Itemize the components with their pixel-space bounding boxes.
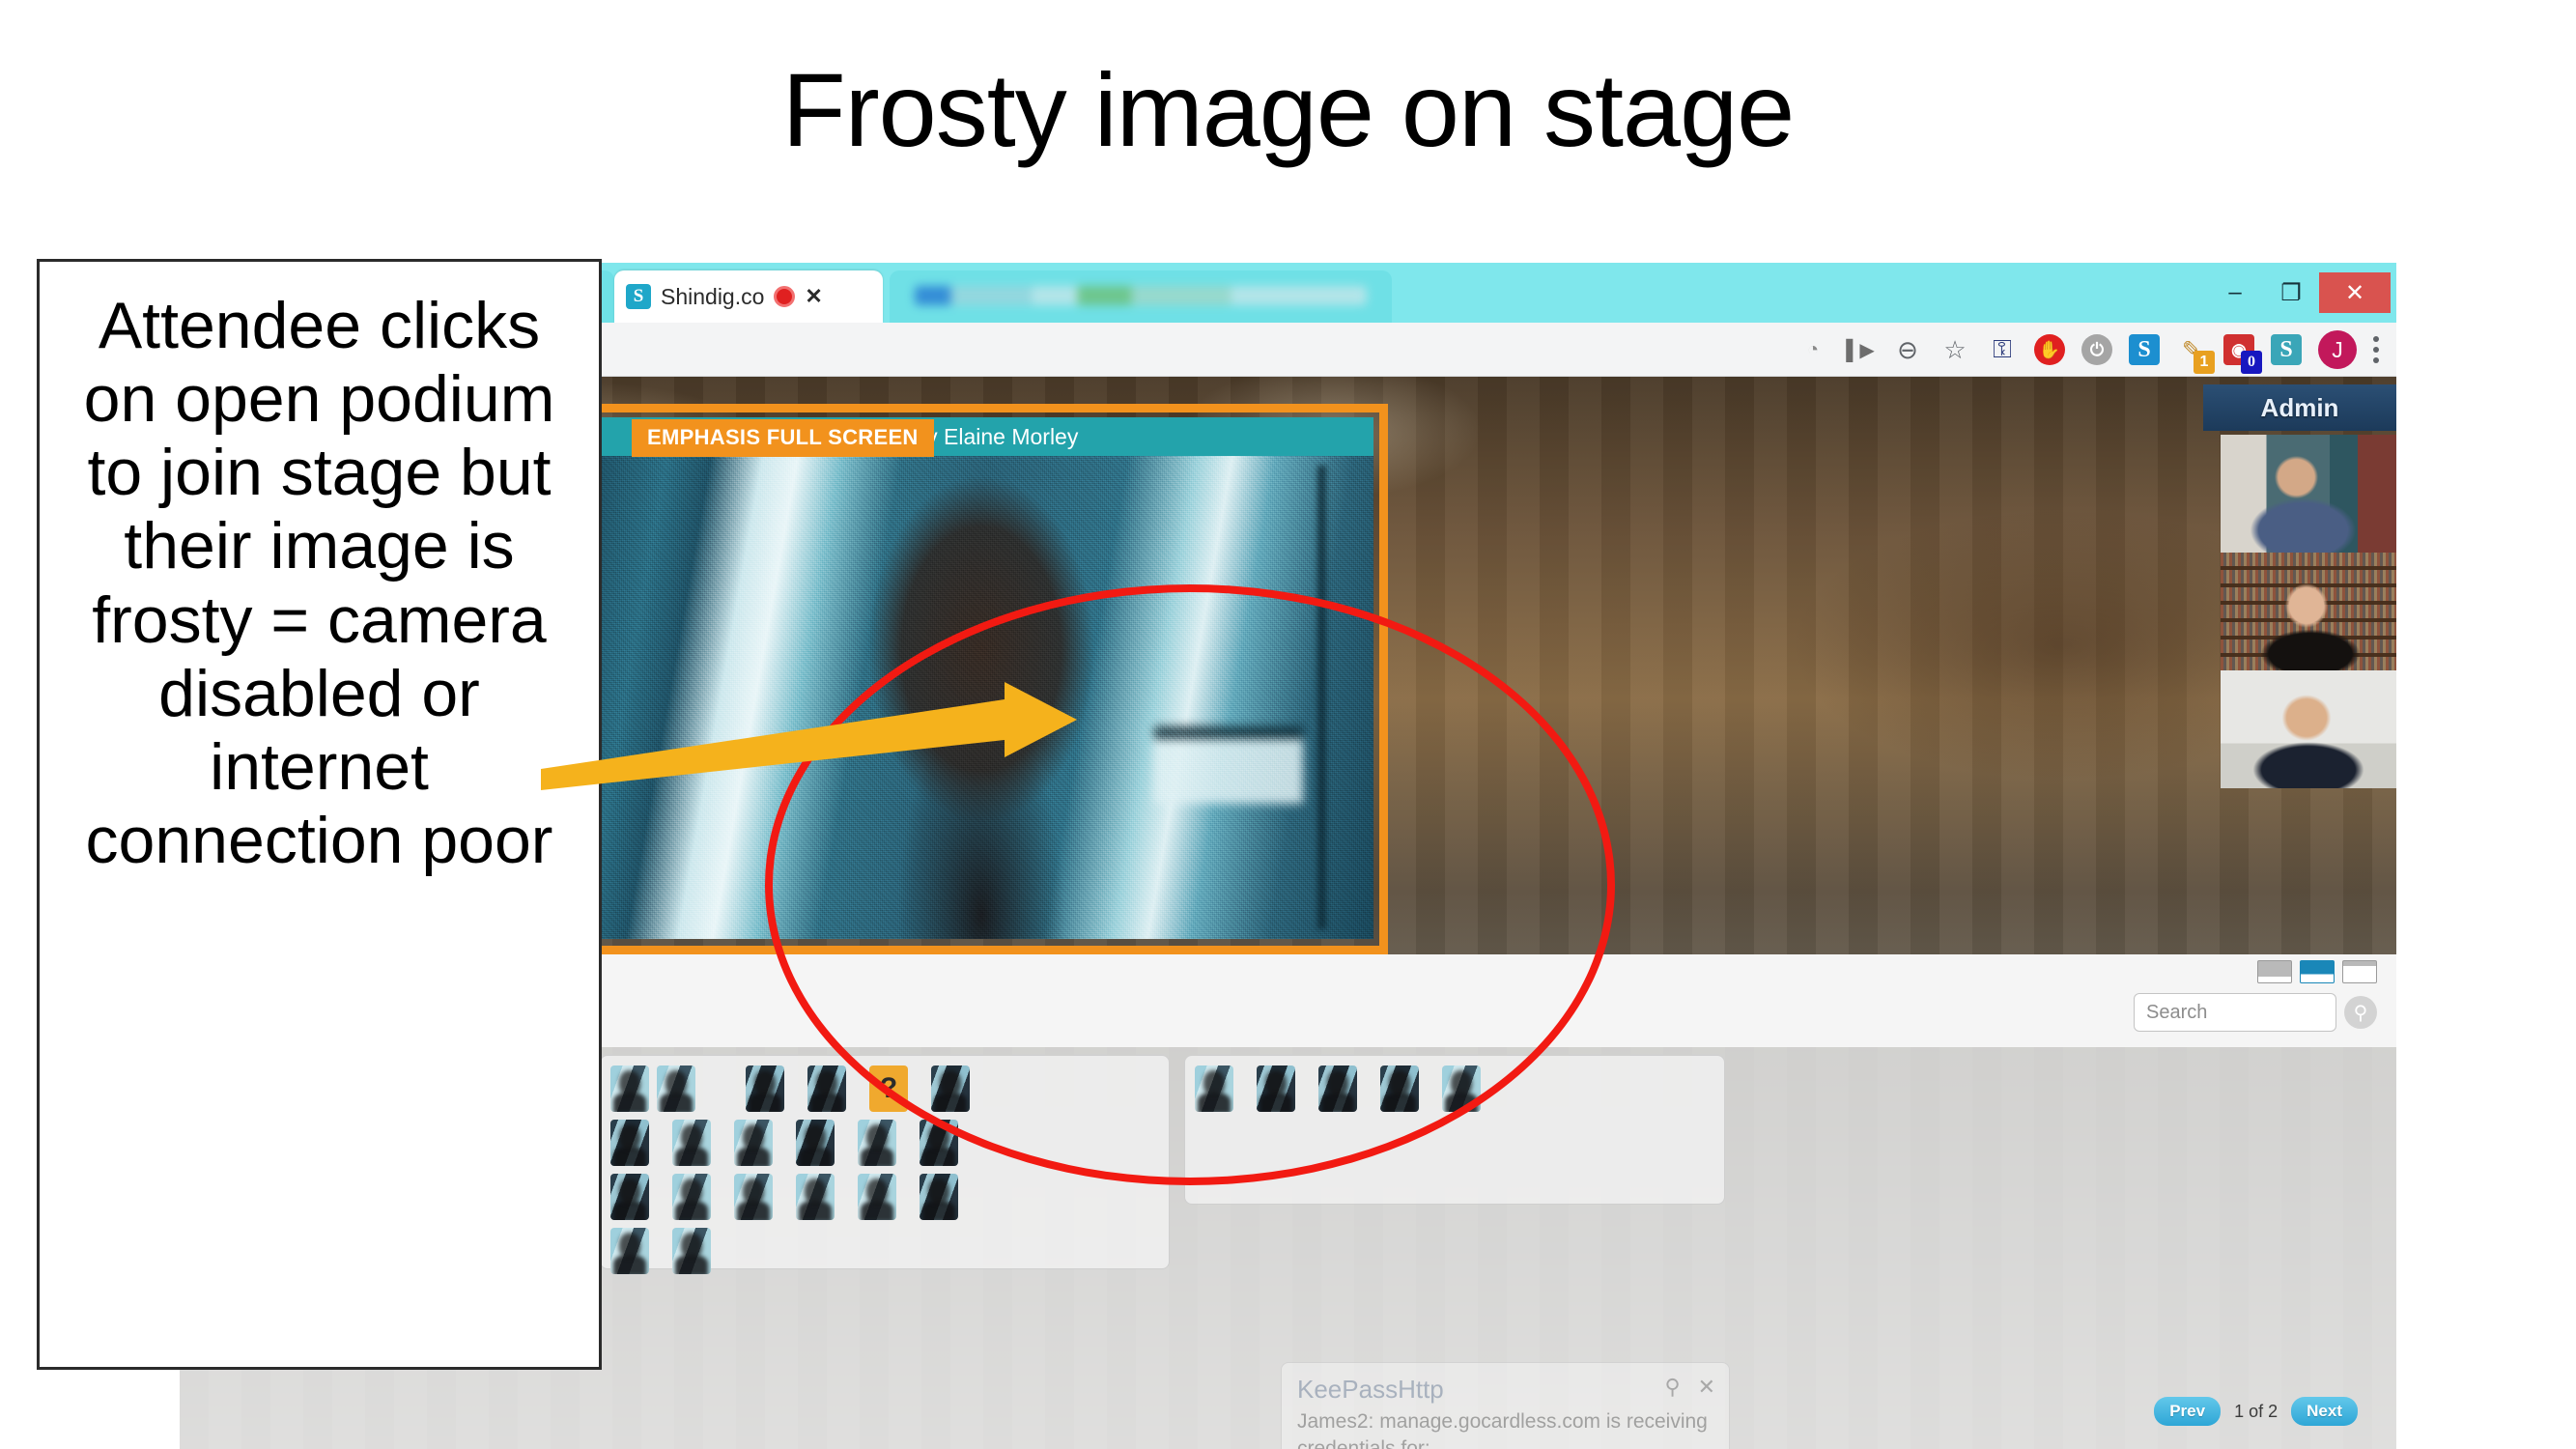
browser-tab-shindig[interactable]: S Shindig.co ✕ (614, 270, 883, 323)
callout-textbox: Attendee clicks on open podium to join s… (37, 259, 602, 1370)
attendee-thumb[interactable] (1257, 1065, 1295, 1112)
view-mode-list[interactable] (2257, 960, 2292, 983)
attendee-thumb[interactable] (920, 1174, 958, 1220)
page-indicator: 1 of 2 (2234, 1402, 2278, 1422)
close-window-button[interactable]: ✕ (2319, 272, 2391, 313)
lock-privacy-icon[interactable]: ⚿ (1987, 334, 2018, 365)
search-icon[interactable]: ⚲ (2344, 996, 2377, 1029)
side-thumb-2[interactable] (2221, 553, 2396, 670)
next-button[interactable]: Next (2291, 1397, 2358, 1426)
shindig-favicon: S (626, 284, 651, 309)
attendee-thumb[interactable] (1195, 1065, 1233, 1112)
side-thumb-1[interactable] (2221, 435, 2396, 553)
attendee-thumb[interactable] (672, 1228, 711, 1274)
emphasis-full-screen-badge: EMPHASIS FULL SCREEN (632, 419, 934, 457)
attendee-row (610, 1120, 1159, 1166)
close-icon[interactable]: ✕ (805, 284, 822, 309)
yellow-pointer-arrow (541, 676, 1082, 792)
attendee-thumb[interactable] (858, 1120, 896, 1166)
minimize-button[interactable]: – (2207, 272, 2263, 313)
attendee-row (1195, 1065, 1714, 1112)
keepass-title: KeePassHttp (1297, 1375, 1713, 1405)
power-toggle-icon[interactable]: ⏻ (2081, 334, 2112, 365)
question-mark-icon: ? (880, 1074, 897, 1103)
view-mode-grid[interactable] (2300, 960, 2335, 983)
attendee-thumb[interactable] (1380, 1065, 1419, 1112)
attendee-thumb[interactable] (1442, 1065, 1481, 1112)
keepass-badge: 1 (2194, 351, 2215, 374)
attendee-search: Search ⚲ (2134, 993, 2377, 1032)
attendee-thumb[interactable] (610, 1174, 649, 1220)
kebab-menu-icon[interactable] (2373, 336, 2379, 363)
view-mode-toggles (2257, 960, 2377, 983)
attendee-thumb[interactable] (931, 1065, 970, 1112)
shindig-extension-icon[interactable]: S (2129, 334, 2160, 365)
page-title: Frosty image on stage (0, 53, 2576, 168)
attendee-thumb[interactable] (796, 1120, 835, 1166)
attendee-thumb[interactable] (1318, 1065, 1357, 1112)
keepass-body: James2: manage.gocardless.com is receivi… (1297, 1408, 1713, 1449)
callout-text: Attendee clicks on open podium to join s… (57, 289, 581, 877)
attendee-thumb[interactable] (807, 1065, 846, 1112)
zoom-out-icon[interactable]: ⊖ (1892, 334, 1923, 365)
attendee-group-2: ? (600, 1055, 1170, 1269)
attendee-thumb[interactable] (610, 1065, 649, 1112)
attendee-thumb[interactable] (920, 1120, 958, 1166)
view-mode-gallery[interactable] (2342, 960, 2377, 983)
attendee-row (610, 1174, 1159, 1220)
attendee-group-3 (1184, 1055, 1725, 1205)
cookie-block-icon[interactable]: ◔ (1798, 334, 1828, 365)
attendee-thumb[interactable] (734, 1120, 773, 1166)
attendee-thumb-unknown[interactable]: ? (869, 1065, 908, 1112)
attendee-thumb[interactable] (657, 1065, 695, 1112)
magnifier-icon[interactable]: ⚲ (1664, 1375, 1680, 1400)
window-controls: – ❐ ✕ (2207, 263, 2396, 323)
bookmark-star-icon[interactable]: ☆ (1939, 334, 1970, 365)
attendee-pagination: Prev 1 of 2 Next (2154, 1397, 2358, 1426)
attendee-thumb[interactable] (610, 1120, 649, 1166)
record-dot-icon (774, 286, 795, 307)
attendee-row (610, 1228, 1159, 1274)
browser-tab-background-right[interactable] (890, 270, 1392, 323)
close-icon[interactable]: ✕ (1698, 1375, 1715, 1400)
attendee-thumb[interactable] (734, 1174, 773, 1220)
keepass-notification-tools: ⚲ ✕ (1664, 1375, 1715, 1400)
adblock-stop-icon[interactable]: ✋ (2034, 334, 2065, 365)
prev-button[interactable]: Prev (2154, 1397, 2221, 1426)
attendee-thumb[interactable] (672, 1120, 711, 1166)
skype-extension-icon[interactable]: S (2271, 334, 2302, 365)
side-thumb-3[interactable] (2221, 670, 2396, 788)
search-input[interactable]: Search (2134, 993, 2336, 1032)
video-camera-icon[interactable]: ▌▶ (1845, 334, 1876, 365)
attendee-thumb[interactable] (746, 1065, 784, 1112)
avatar[interactable]: J (2318, 330, 2357, 369)
attendee-thumb[interactable] (858, 1174, 896, 1220)
side-participant-thumbnails (2221, 435, 2396, 788)
restore-button[interactable]: ❐ (2263, 272, 2319, 313)
keepass-extension-icon[interactable]: ✎ 1 (2176, 334, 2207, 365)
slide-canvas: Frosty image on stage S Shindig.co ✕ – ❐… (0, 0, 2576, 1449)
attendee-thumb[interactable] (610, 1228, 649, 1274)
ghostery-extension-icon[interactable]: ◉ 0 (2223, 334, 2254, 365)
extension-toolbar: ◔ ▌▶ ⊖ ☆ ⚿ ✋ ⏻ S ✎ 1 ◉ 0 S J (1798, 323, 2387, 377)
attendee-thumb[interactable] (796, 1174, 835, 1220)
browser-tab-title: Shindig.co (661, 284, 764, 310)
attendee-thumb[interactable] (672, 1174, 711, 1220)
keepass-notification[interactable]: ⚲ ✕ KeePassHttp James2: manage.gocardles… (1281, 1362, 1730, 1449)
ghostery-badge: 0 (2241, 351, 2262, 374)
attendee-row: ? (610, 1065, 1159, 1112)
admin-role-badge: Admin (2203, 384, 2396, 431)
